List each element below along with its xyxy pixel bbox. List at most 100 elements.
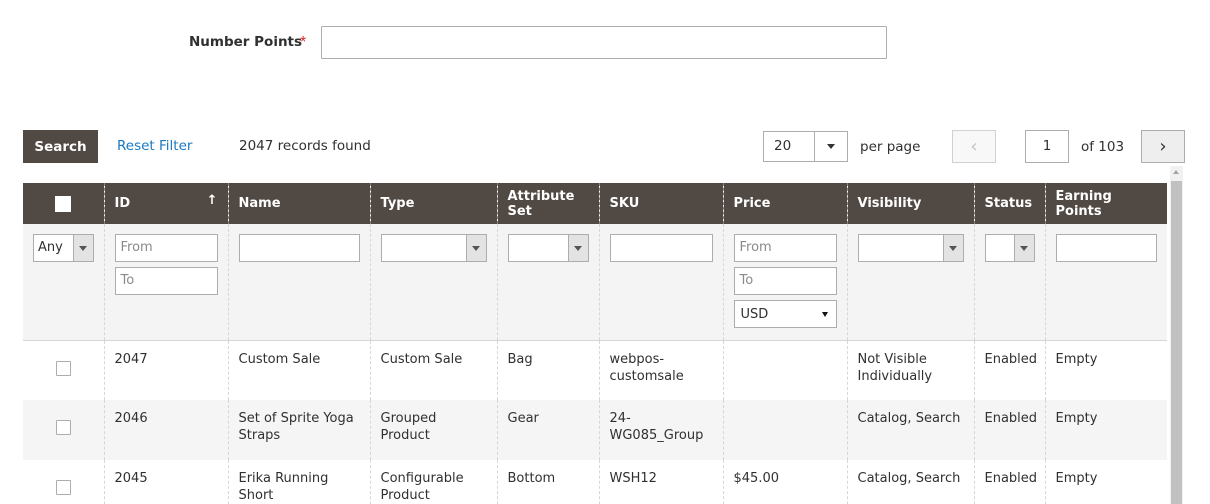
filter-price-cell: From To USD bbox=[722, 224, 847, 341]
previous-page-button[interactable]: ‹ bbox=[952, 130, 996, 163]
grid-header-row: ID ↑ Name Type Attribute Set SKU Price Vi… bbox=[23, 183, 1167, 224]
filter-in-products-select[interactable]: Any bbox=[33, 234, 94, 262]
row-checkbox[interactable] bbox=[55, 420, 71, 435]
per-page-label: per page bbox=[860, 139, 921, 155]
cell-visibility: Catalog, Search bbox=[846, 460, 974, 504]
cell-visibility: Not Visible Individually bbox=[846, 340, 974, 400]
cell-status: Enabled bbox=[973, 460, 1045, 504]
cell-sku: 24-WG085_Group bbox=[598, 400, 723, 460]
per-page-select[interactable]: 20 bbox=[763, 131, 848, 162]
scroll-up-icon[interactable] bbox=[1173, 170, 1179, 174]
cell-price bbox=[722, 400, 847, 460]
row-select-cell bbox=[23, 340, 104, 400]
header-sku[interactable]: SKU bbox=[598, 183, 723, 224]
filter-id-cell: From To bbox=[103, 224, 228, 341]
cell-visibility: Catalog, Search bbox=[846, 400, 974, 460]
filter-type-select[interactable] bbox=[380, 234, 487, 262]
number-points-input[interactable] bbox=[321, 26, 887, 59]
filter-sku-input[interactable] bbox=[609, 234, 713, 262]
per-page-toggle[interactable] bbox=[814, 132, 847, 161]
row-select-cell bbox=[23, 400, 104, 460]
cell-earning-points: Empty bbox=[1044, 340, 1167, 400]
cell-type: Grouped Product bbox=[369, 400, 497, 460]
cell-name: Set of Sprite Yoga Straps bbox=[227, 400, 370, 460]
header-id-label: ID bbox=[114, 196, 131, 211]
filter-in-products-cell: Any bbox=[23, 224, 104, 341]
select-all-checkbox[interactable] bbox=[55, 195, 72, 212]
header-attribute-set-label: Attribute Set bbox=[507, 188, 575, 219]
header-status-label: Status bbox=[984, 196, 1033, 211]
filter-in-products-value: Any bbox=[38, 240, 63, 255]
cell-price: $45.00 bbox=[722, 460, 847, 504]
filter-status-select[interactable] bbox=[984, 234, 1035, 262]
cell-earning-points: Empty bbox=[1044, 400, 1167, 460]
filter-sku-cell bbox=[598, 224, 723, 341]
filter-attribute-set-cell bbox=[496, 224, 599, 341]
header-earning-points[interactable]: Earning Points bbox=[1044, 183, 1167, 224]
chevron-down-icon bbox=[949, 245, 957, 251]
filter-price-to-input[interactable]: To bbox=[733, 267, 837, 295]
chevron-right-icon: › bbox=[1159, 135, 1167, 157]
scrollbar-thumb[interactable] bbox=[1171, 181, 1182, 504]
cell-attribute-set: Gear bbox=[496, 400, 599, 460]
cell-type: Configurable Product bbox=[369, 460, 497, 504]
header-name-label: Name bbox=[238, 196, 281, 211]
cell-status: Enabled bbox=[973, 400, 1045, 460]
cell-price bbox=[722, 340, 847, 400]
header-price-label: Price bbox=[733, 196, 771, 211]
filter-row: Any From To From To USD bbox=[23, 224, 1167, 341]
filter-attribute-set-select[interactable] bbox=[507, 234, 589, 262]
chevron-down-icon bbox=[79, 245, 87, 251]
row-select-cell bbox=[23, 460, 104, 504]
table-row[interactable]: 2047 Custom Sale Custom Sale Bag webpos-… bbox=[23, 340, 1167, 400]
required-asterisk: * bbox=[300, 34, 307, 51]
chevron-down-icon bbox=[574, 245, 582, 251]
per-page-value: 20 bbox=[774, 138, 792, 154]
header-id[interactable]: ID ↑ bbox=[103, 183, 228, 224]
current-page-input[interactable]: 1 bbox=[1025, 130, 1069, 163]
chevron-down-icon bbox=[821, 311, 828, 317]
cell-id: 2047 bbox=[103, 340, 228, 400]
filter-name-cell bbox=[227, 224, 370, 341]
cell-id: 2045 bbox=[103, 460, 228, 504]
sort-arrow-icon: ↑ bbox=[206, 193, 218, 208]
filter-visibility-cell bbox=[846, 224, 974, 341]
header-name[interactable]: Name bbox=[227, 183, 370, 224]
cell-status: Enabled bbox=[973, 340, 1045, 400]
header-status[interactable]: Status bbox=[973, 183, 1045, 224]
filter-currency-select[interactable]: USD bbox=[733, 300, 837, 328]
header-attribute-set[interactable]: Attribute Set bbox=[496, 183, 599, 224]
chevron-down-icon bbox=[827, 144, 835, 149]
next-page-button[interactable]: › bbox=[1141, 130, 1185, 163]
cell-earning-points: Empty bbox=[1044, 460, 1167, 504]
table-row[interactable]: 2046 Set of Sprite Yoga Straps Grouped P… bbox=[23, 400, 1167, 460]
reset-filter-link[interactable]: Reset Filter bbox=[117, 138, 192, 154]
filter-id-to-input[interactable]: To bbox=[114, 267, 218, 295]
filter-earning-points-input[interactable] bbox=[1055, 234, 1157, 262]
cell-sku: webpos-customsale bbox=[598, 340, 723, 400]
cell-name: Custom Sale bbox=[227, 340, 370, 400]
filter-currency-value: USD bbox=[740, 306, 769, 322]
header-visibility[interactable]: Visibility bbox=[846, 183, 974, 224]
number-points-label: Number Points bbox=[189, 34, 303, 50]
row-checkbox[interactable] bbox=[55, 360, 71, 376]
header-price[interactable]: Price bbox=[722, 183, 847, 224]
table-row[interactable]: 2045 Erika Running Short Configurable Pr… bbox=[23, 460, 1167, 504]
filter-type-cell bbox=[369, 224, 497, 341]
cell-type: Custom Sale bbox=[369, 340, 497, 400]
chevron-left-icon: ‹ bbox=[970, 135, 978, 157]
row-checkbox[interactable] bbox=[55, 480, 71, 495]
header-earning-points-label: Earning Points bbox=[1055, 188, 1112, 219]
cell-name: Erika Running Short bbox=[227, 460, 370, 504]
header-type[interactable]: Type bbox=[369, 183, 497, 224]
cell-attribute-set: Bottom bbox=[496, 460, 599, 504]
header-select-all[interactable] bbox=[23, 183, 104, 224]
search-button[interactable]: Search bbox=[23, 130, 98, 163]
filter-status-cell bbox=[973, 224, 1045, 341]
cell-sku: WSH12 bbox=[598, 460, 723, 504]
products-grid: ID ↑ Name Type Attribute Set SKU Price Vi… bbox=[23, 183, 1167, 504]
filter-price-from-input[interactable]: From bbox=[733, 234, 837, 262]
filter-name-input[interactable] bbox=[238, 234, 360, 262]
filter-visibility-select[interactable] bbox=[857, 234, 964, 262]
filter-id-from-input[interactable]: From bbox=[114, 234, 218, 262]
